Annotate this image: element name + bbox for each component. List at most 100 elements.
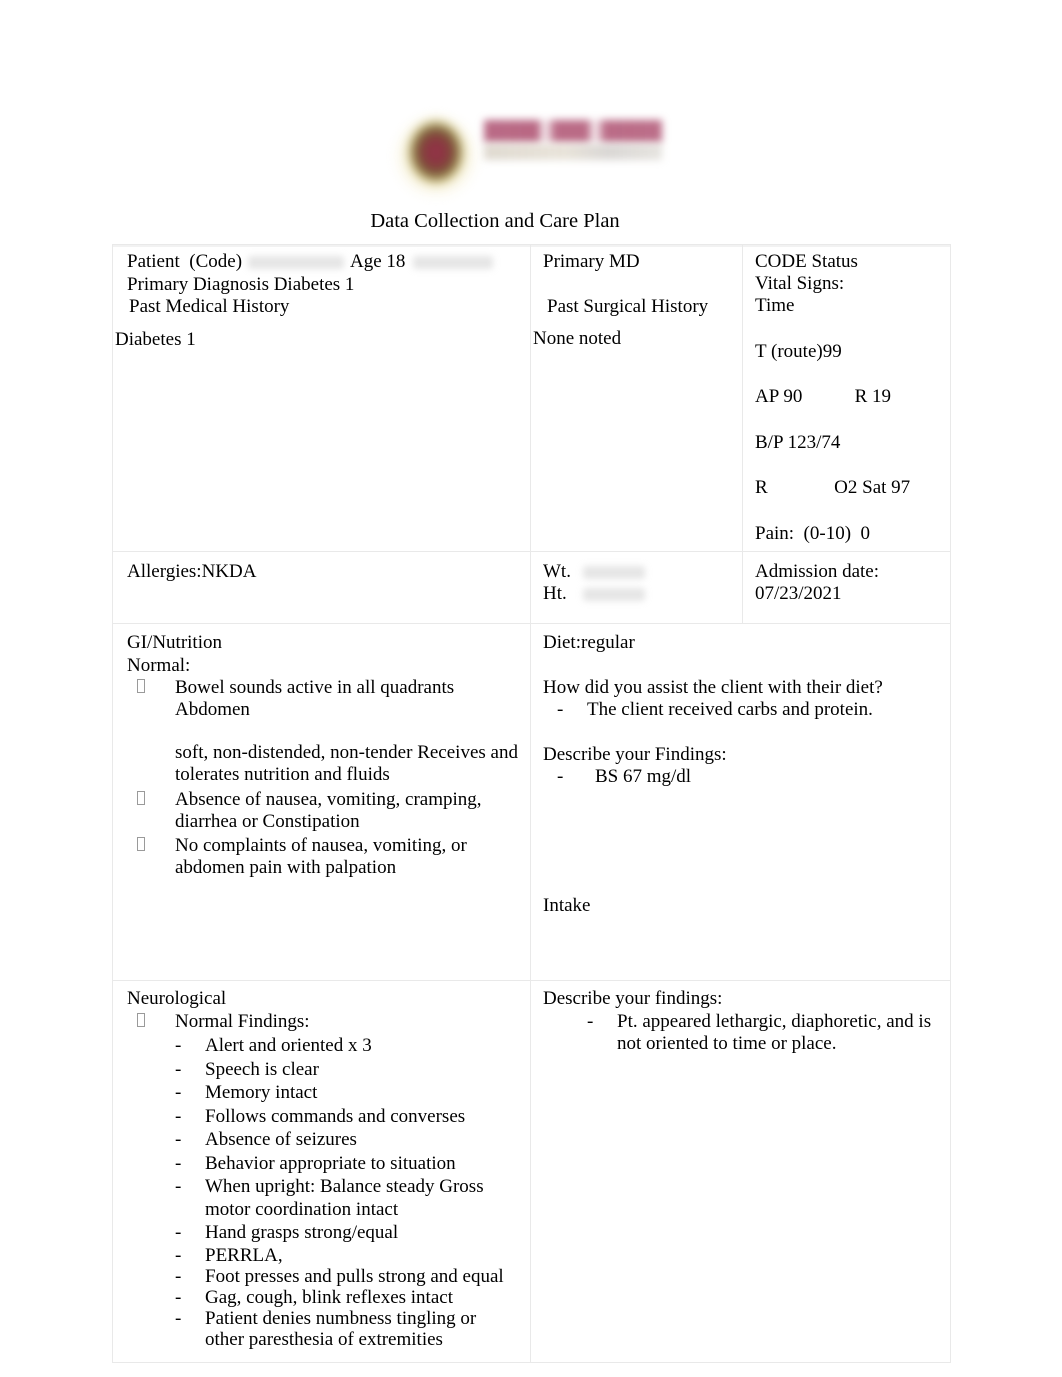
diet-assist-answer-list: - The client received carbs and protein. xyxy=(543,699,940,722)
neuro-finding-text: Foot presses and pulls strong and equal xyxy=(205,1265,504,1287)
gi-heading: GI/Nutrition xyxy=(127,632,222,653)
list-item: - Pt. appeared lethargic, diaphoretic, a… xyxy=(573,1011,940,1056)
vital-time: Time xyxy=(755,295,795,316)
vital-o2-saturation: R O2 Sat 97 xyxy=(755,477,911,498)
neuro-finding-text: PERRLA, xyxy=(205,1244,283,1266)
height-label: Ht. xyxy=(543,583,732,605)
table-row-gi-nutrition: GI/Nutrition Normal: Bowel sounds active… xyxy=(112,623,951,981)
gi-finding-text: soft, non-distended, non-tender Receives… xyxy=(175,742,518,785)
admission-date-label: Admission date: xyxy=(755,561,880,582)
list-item: - Speech is clear xyxy=(161,1059,520,1082)
list-item: - BS 67 mg/dl xyxy=(543,766,940,789)
patient-age-redaction xyxy=(413,256,494,270)
dash-bullet-icon: - xyxy=(175,1176,182,1197)
table-row-neurological: Neurological Normal Findings: - Alert and… xyxy=(112,980,951,1363)
cell-allergies: Allergies:NKDA xyxy=(112,551,531,624)
vital-apical-pulse-respirations: AP 90 R 19 xyxy=(755,386,892,407)
diet-findings-question: Describe your Findings: xyxy=(543,743,727,765)
cell-neuro-normals: Neurological Normal Findings: - Alert and… xyxy=(112,980,531,1363)
diet-findings-answer-list: - BS 67 mg/dl xyxy=(543,766,940,789)
list-item: - Patient denies numbness tingling or oth… xyxy=(161,1308,520,1350)
neuro-finding-text: When upright: Balance steady Gross motor… xyxy=(205,1176,484,1220)
institution-logo xyxy=(392,108,667,200)
cell-md-surgical-history: Primary MD Past Surgical History None no… xyxy=(530,244,743,552)
table-row-patient-info: Patient (Code) Age 18 Primary Diagnosis D… xyxy=(112,244,951,552)
past-surgical-history-value: None noted xyxy=(533,328,622,349)
vital-blood-pressure: B/P 123/74 xyxy=(755,431,841,453)
diet-label: Diet:regular xyxy=(543,632,635,653)
patient-identity-line: Patient (Code) Age 18 xyxy=(127,251,520,274)
primary-diagnosis: Primary Diagnosis Diabetes 1 xyxy=(127,273,355,295)
dash-bullet-icon: - xyxy=(175,1035,182,1056)
height-value-redaction xyxy=(582,588,645,602)
cell-neuro-findings: Describe your findings: - Pt. appeared l… xyxy=(530,980,951,1363)
past-surgical-history-label: Past Surgical History xyxy=(547,295,709,317)
bullet-glyph-icon xyxy=(137,791,145,805)
intake-label: Intake xyxy=(543,894,591,916)
neuro-normal-findings-list: Normal Findings: xyxy=(127,1011,520,1033)
list-item: - Gag, cough, blink reflexes intact xyxy=(161,1287,520,1308)
neuro-findings-sublist: - Alert and oriented x 3 - Speech is clear… xyxy=(127,1035,520,1350)
dash-bullet-icon: - xyxy=(175,1286,182,1308)
list-item: - Follows commands and converses xyxy=(161,1106,520,1129)
list-item: - PERRLA, xyxy=(161,1245,520,1266)
list-item: - When upright: Balance steady Gross moto… xyxy=(161,1176,520,1221)
neuro-heading: Neurological xyxy=(127,988,227,1009)
list-item: - Foot presses and pulls strong and equal xyxy=(161,1266,520,1287)
neuro-finding-text: Alert and oriented x 3 xyxy=(205,1035,372,1056)
diet-findings-answer: BS 67 mg/dl xyxy=(595,766,692,787)
neuro-findings-question: Describe your findings: xyxy=(543,988,723,1009)
dash-bullet-icon: - xyxy=(587,1010,594,1032)
dash-bullet-icon: - xyxy=(175,1222,182,1243)
diet-assist-answer: The client received carbs and protein. xyxy=(587,699,873,720)
weight-label: Wt. xyxy=(543,561,732,583)
cell-admission-date: Admission date: 07/23/2021 xyxy=(742,551,951,624)
vital-signs-label: Vital Signs: xyxy=(755,273,845,294)
list-item: - Absence of seizures xyxy=(161,1129,520,1152)
list-item: Normal Findings: xyxy=(127,1011,520,1033)
code-status-label: CODE Status xyxy=(755,251,858,272)
dash-bullet-icon: - xyxy=(175,1105,182,1127)
weight-value-redaction xyxy=(582,566,645,580)
gi-finding-text: Bowel sounds active in all quadrants Abd… xyxy=(175,677,455,720)
dash-bullet-icon: - xyxy=(175,1058,182,1080)
neuro-findings-answer-list: - Pt. appeared lethargic, diaphoretic, a… xyxy=(543,1011,940,1056)
cell-gi-nutrition-normals: GI/Nutrition Normal: Bowel sounds active… xyxy=(112,623,531,981)
neuro-findings-answer: Pt. appeared lethargic, diaphoretic, and… xyxy=(617,1010,932,1055)
list-item: No complaints of nausea, vomiting, or ab… xyxy=(127,835,520,878)
neuro-finding-text: Patient denies numbness tingling or othe… xyxy=(205,1307,477,1350)
list-item: Bowel sounds active in all quadrants Abd… xyxy=(127,677,520,720)
list-item: - Hand grasps strong/equal xyxy=(161,1222,520,1245)
patient-age: Age 18 xyxy=(350,251,406,272)
dash-bullet-icon: - xyxy=(557,766,564,787)
neuro-finding-text: Follows commands and converses xyxy=(205,1105,466,1127)
logo-wordmark-primary xyxy=(484,120,662,142)
list-item: Absence of nausea, vomiting, cramping, d… xyxy=(127,789,520,832)
cell-vital-signs: CODE Status Vital Signs: Time T (route)9… xyxy=(742,244,951,552)
list-item: - Alert and oriented x 3 xyxy=(161,1035,520,1058)
neuro-finding-text: Gag, cough, blink reflexes intact xyxy=(205,1286,453,1308)
past-medical-history-label: Past Medical History xyxy=(129,296,290,317)
bullet-glyph-icon xyxy=(137,1012,145,1027)
dash-bullet-icon: - xyxy=(175,1082,182,1103)
cell-weight-height: Wt. Ht. xyxy=(530,551,743,624)
dash-bullet-icon: - xyxy=(557,699,564,720)
neuro-finding-text: Hand grasps strong/equal xyxy=(205,1222,399,1243)
bullet-glyph-icon xyxy=(137,679,145,693)
neuro-finding-text: Speech is clear xyxy=(205,1058,319,1080)
logo-wordmark-secondary xyxy=(484,144,662,160)
dash-bullet-icon: - xyxy=(175,1244,182,1266)
table-row-measurements: Allergies:NKDA Wt. Ht. Admission date: 0… xyxy=(112,551,951,624)
list-item: - Memory intact xyxy=(161,1082,520,1105)
neuro-finding-text: Memory intact xyxy=(205,1082,318,1103)
cell-diet-findings: Diet:regular How did you assist the clie… xyxy=(530,623,951,981)
neuro-finding-text: Absence of seizures xyxy=(205,1129,357,1150)
gi-normal-findings-list: Bowel sounds active in all quadrants Abd… xyxy=(127,677,520,878)
allergies-value: Allergies:NKDA xyxy=(127,561,257,582)
admission-date-value: 07/23/2021 xyxy=(755,583,842,604)
cell-patient-history: Patient (Code) Age 18 Primary Diagnosis D… xyxy=(112,244,531,552)
list-item: soft, non-distended, non-tender Receives… xyxy=(127,742,520,785)
patient-name-redaction xyxy=(248,256,345,270)
dash-bullet-icon: - xyxy=(175,1129,182,1150)
patient-label: Patient (Code) xyxy=(127,251,243,272)
